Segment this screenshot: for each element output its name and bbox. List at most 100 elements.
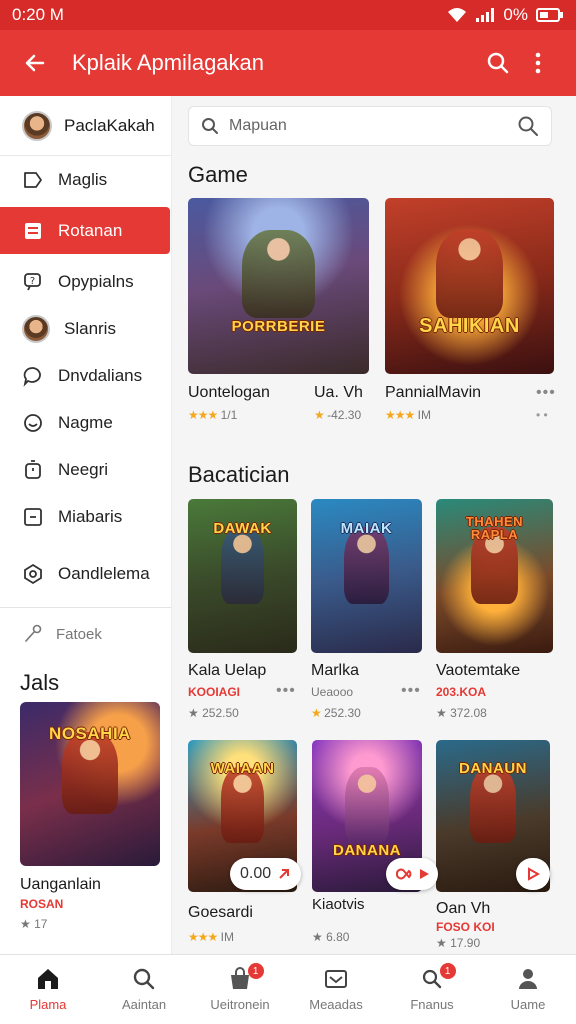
- character-art: [435, 229, 504, 318]
- search-bar[interactable]: Mapuan: [188, 106, 552, 146]
- pill-value: 0.00: [240, 865, 272, 882]
- game-art-title: THAHEN RAPLA: [465, 514, 524, 543]
- sidebar-item-label: Maglis: [58, 169, 108, 189]
- app-bar: Kplaik Apmilagakan: [0, 30, 576, 96]
- more-options-icon[interactable]: •••: [401, 682, 421, 700]
- play-icon: [420, 869, 429, 879]
- search-input[interactable]: Mapuan: [229, 117, 287, 135]
- game-art: PORRBERIE: [188, 198, 369, 374]
- search-submit-icon[interactable]: [517, 115, 539, 137]
- more-button[interactable]: [518, 43, 558, 83]
- game-rating: ★ 372.08: [436, 706, 487, 720]
- rating-stars: ★★★: [188, 408, 218, 422]
- sidebar-item-label: Neegri: [58, 459, 109, 479]
- search-icon: [133, 968, 155, 990]
- sidebar-item-dnvdalians[interactable]: Dnvdalians: [0, 352, 171, 399]
- sidebar-item-slanris[interactable]: Slanris: [0, 305, 171, 352]
- sidebar-item-label: Miabaris: [58, 506, 123, 526]
- game-name: PannialMavin: [385, 384, 482, 401]
- nav-tab-friends[interactable]: 1 Fnanus: [384, 955, 480, 1024]
- nav-label: Uame: [510, 997, 546, 1012]
- rating-value: 1/1: [220, 408, 238, 422]
- rating-value: 252.50: [202, 706, 239, 720]
- svg-text:?: ?: [30, 276, 35, 287]
- sidebar-item-label: Oandlelema: [58, 563, 150, 583]
- inbox-icon: [25, 222, 41, 239]
- game-price: FOSO KOI: [436, 920, 495, 934]
- featured-game-card[interactable]: NOSAHIA: [20, 702, 160, 866]
- sidebar-item-neegri[interactable]: Neegri: [0, 446, 171, 493]
- game-rating: ★ 252.30: [311, 706, 361, 720]
- profile-icon: [519, 969, 537, 989]
- game-art: THAHEN RAPLA: [436, 499, 553, 653]
- nav-tab-search[interactable]: Aaintan: [96, 955, 192, 1024]
- game-rating: ★ -42.30: [314, 408, 362, 422]
- more-options-icon[interactable]: •••: [536, 384, 556, 402]
- game-name: Kala Uelap: [188, 662, 267, 679]
- notification-badge: 1: [439, 963, 456, 979]
- game-name: Vaotemtake: [436, 662, 521, 679]
- game-price: KOOIAGI: [188, 685, 241, 699]
- sidebar-item-maglis[interactable]: Maglis: [0, 156, 171, 203]
- game-card[interactable]: PORRBERIE: [188, 198, 369, 374]
- chat-icon: [23, 366, 41, 387]
- nav-label: Aaintan: [121, 997, 167, 1012]
- game-rating: ★★★ IM: [188, 930, 234, 944]
- rating-value: IM: [417, 408, 431, 422]
- game-art-title: SAHIKIAN: [419, 315, 520, 338]
- sidebar-item-rotanan[interactable]: Rotanan: [0, 207, 170, 254]
- game-rating: ★★★ IM: [385, 408, 431, 422]
- timer-icon: [25, 459, 41, 479]
- game-card[interactable]: SAHIKIAN: [385, 198, 554, 374]
- rating-value: 17.90: [450, 936, 481, 950]
- sidebar-item-opypialns[interactable]: ? Opypialns: [0, 258, 171, 305]
- game-card[interactable]: MAIAK: [311, 499, 422, 653]
- game-card[interactable]: DAWAK: [188, 499, 297, 653]
- more-options-icon[interactable]: •••: [276, 682, 296, 700]
- signal-icon: [476, 8, 495, 22]
- nav-tab-messages[interactable]: Meaadas: [288, 955, 384, 1024]
- nav-label: Plama: [29, 997, 67, 1012]
- help-icon: ?: [24, 272, 41, 290]
- profile-row[interactable]: PaclaKakah: [0, 96, 171, 156]
- sidebar-item-label: Slanris: [64, 318, 116, 338]
- page-title: Kplaik Apmilagakan: [72, 50, 265, 75]
- avatar: [22, 110, 52, 141]
- nav-tab-home[interactable]: Plama: [0, 955, 96, 1024]
- featured-game-name: Uanganlain: [20, 876, 101, 893]
- game-name: Ua. Vh: [314, 384, 363, 401]
- more-vertical-icon: [535, 52, 541, 74]
- search-button[interactable]: [478, 43, 518, 83]
- game-art-title: DAWAK: [213, 519, 272, 537]
- game-rating: ★ 17.90: [436, 936, 481, 950]
- price-pill[interactable]: 0.00: [230, 858, 302, 890]
- game-rating: ★ 6.80: [312, 930, 350, 944]
- minus-box-icon: [24, 507, 42, 526]
- arrow-icon: [279, 869, 290, 879]
- nav-label: Ueitronein: [210, 997, 270, 1012]
- game-card[interactable]: THAHEN RAPLA: [436, 499, 553, 653]
- sidebar-item-nagme[interactable]: Nagme: [0, 399, 171, 446]
- game-art: MAIAK: [311, 499, 422, 653]
- back-button[interactable]: [18, 46, 52, 80]
- play-pill[interactable]: [386, 858, 438, 890]
- game-art: SAHIKIAN: [385, 198, 554, 374]
- nav-tab-store[interactable]: 1 Ueitronein: [192, 955, 288, 1024]
- status-bar: 0:20 M 0%: [0, 0, 576, 30]
- sidebar-item-oandlelema[interactable]: Oandlelema: [0, 550, 171, 597]
- play-button[interactable]: [516, 858, 550, 890]
- section-title-game: Game: [188, 162, 248, 187]
- nav-label: Fnanus: [410, 997, 454, 1012]
- rating-value: IM: [220, 930, 234, 944]
- tag-icon: [24, 171, 42, 188]
- bottom-nav: Plama Aaintan 1 Ueitronein Meaadas 1 Fna…: [0, 954, 576, 1024]
- game-name: Uontelogan: [188, 384, 270, 401]
- rating-value: 17: [34, 917, 48, 931]
- battery-icon: [536, 8, 563, 22]
- status-icons: 0%: [447, 5, 564, 25]
- home-icon: [38, 969, 58, 989]
- sidebar-item-miabaris[interactable]: Miabaris: [0, 493, 171, 540]
- nav-tab-profile[interactable]: Uame: [480, 955, 576, 1024]
- game-art: NOSAHIA: [20, 702, 160, 866]
- sidebar-feature-link[interactable]: Fatoek: [0, 608, 171, 660]
